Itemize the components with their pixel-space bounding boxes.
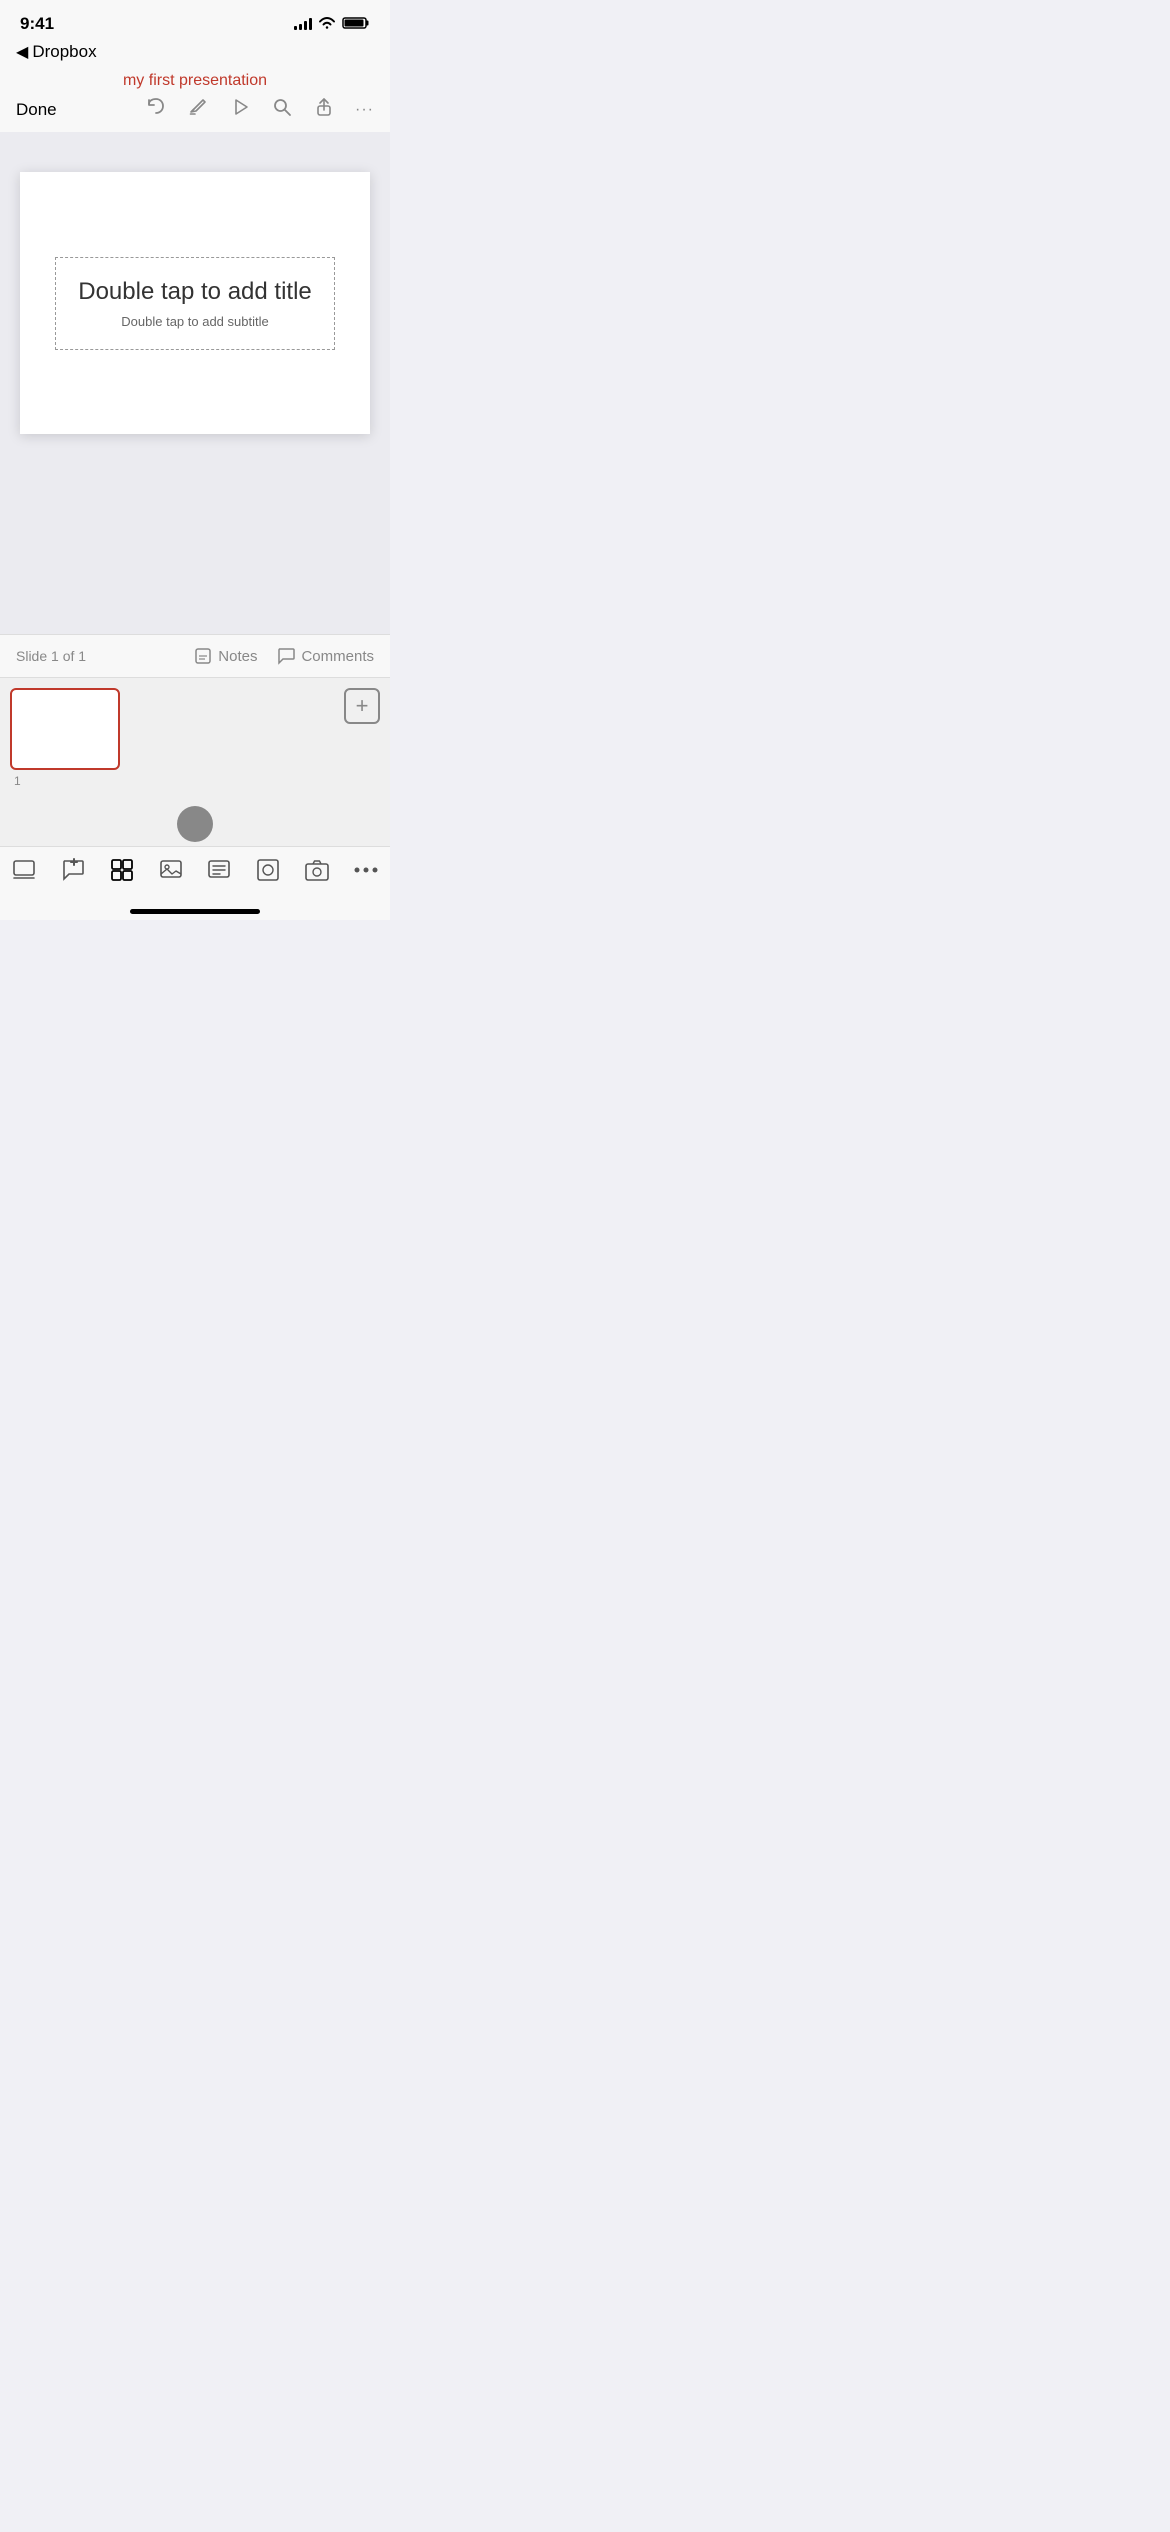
scroll-handle[interactable] xyxy=(177,806,213,842)
undo-button[interactable] xyxy=(145,96,167,124)
home-indicator xyxy=(0,903,390,920)
add-slide-button[interactable]: + xyxy=(344,688,380,724)
done-button[interactable]: Done xyxy=(16,100,57,120)
annotate-button[interactable] xyxy=(187,96,209,124)
slide-thumbnail-1[interactable] xyxy=(10,688,120,770)
presentation-title[interactable]: my first presentation xyxy=(123,72,267,90)
slide-thumbnail-wrapper: 1 xyxy=(10,688,120,770)
image-tool-button[interactable] xyxy=(158,857,184,883)
list-tool-button[interactable] xyxy=(206,857,232,883)
bottom-actions: Notes Comments xyxy=(194,647,374,665)
slide-counter: Slide 1 of 1 xyxy=(16,648,86,664)
bottom-toolbar xyxy=(0,846,390,903)
toolbar-icons: ··· xyxy=(145,96,374,124)
more-tools-button[interactable] xyxy=(353,865,379,875)
slide-title-placeholder[interactable]: Double tap to add title xyxy=(78,278,312,306)
notes-label: Notes xyxy=(218,648,257,665)
toolbar: Done xyxy=(16,96,374,124)
status-time: 9:41 xyxy=(20,14,54,34)
signal-icon xyxy=(294,18,312,30)
back-button[interactable]: ◀ Dropbox xyxy=(16,42,374,62)
add-comment-button[interactable] xyxy=(60,857,86,883)
home-bar xyxy=(130,909,260,914)
thumbnail-strip: 1 + xyxy=(0,677,390,798)
back-arrow-icon: ◀ xyxy=(16,42,28,62)
comments-button[interactable]: Comments xyxy=(277,647,374,665)
more-button[interactable]: ··· xyxy=(355,101,374,119)
back-label: Dropbox xyxy=(32,42,96,62)
share-button[interactable] xyxy=(313,96,335,124)
slide-canvas[interactable]: Double tap to add title Double tap to ad… xyxy=(20,172,370,434)
slides-tool-button[interactable] xyxy=(11,857,37,883)
shapes-tool-button[interactable] xyxy=(255,857,281,883)
nav-bar: ◀ Dropbox xyxy=(0,38,390,70)
search-button[interactable] xyxy=(271,96,293,124)
notes-button[interactable]: Notes xyxy=(194,647,257,665)
comments-label: Comments xyxy=(301,648,374,665)
scroll-indicator xyxy=(0,798,390,846)
status-bar: 9:41 xyxy=(0,0,390,38)
below-slide-area xyxy=(0,434,390,634)
main-area: Double tap to add title Double tap to ad… xyxy=(0,132,390,634)
camera-tool-button[interactable] xyxy=(304,857,330,883)
slide-subtitle-placeholder[interactable]: Double tap to add subtitle xyxy=(121,314,268,329)
slide-text-area[interactable]: Double tap to add title Double tap to ad… xyxy=(55,257,335,350)
play-button[interactable] xyxy=(229,96,251,124)
wifi-icon xyxy=(318,16,336,33)
slide-number-1: 1 xyxy=(14,774,21,788)
battery-icon xyxy=(342,16,370,33)
status-icons xyxy=(294,16,370,33)
bottom-info-bar: Slide 1 of 1 Notes Comments xyxy=(0,634,390,677)
grid-tool-button[interactable] xyxy=(109,857,135,883)
title-bar: my first presentation Done xyxy=(0,70,390,132)
